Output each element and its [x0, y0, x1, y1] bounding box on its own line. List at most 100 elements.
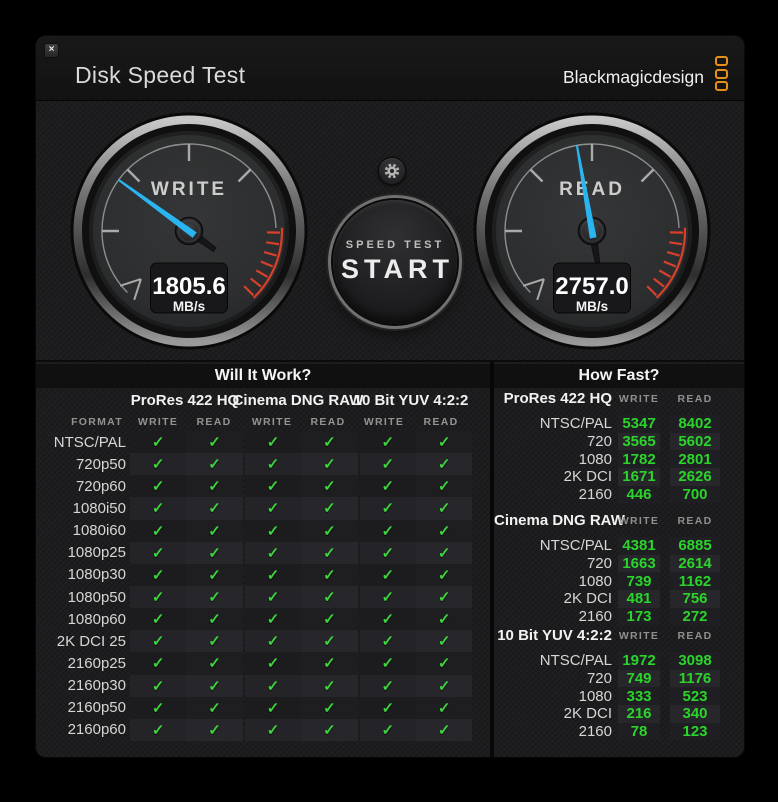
check-cell: ✓: [130, 453, 187, 476]
check-icon: ✓: [266, 544, 280, 562]
table-row: 2K DCI 216 340: [494, 705, 744, 723]
check-cell: ✓: [359, 585, 416, 609]
check-icon: ✓: [151, 456, 165, 474]
resolution-label: 2K DCI: [563, 705, 612, 723]
write-speed-value: 3565: [618, 432, 660, 451]
start-button-label: START: [341, 254, 454, 284]
check-cell: ✓: [244, 674, 302, 697]
check-cell: ✓: [359, 431, 416, 454]
write-speed-value: 1782: [618, 450, 660, 469]
resolution-label: 2K DCI: [563, 590, 612, 608]
table-row: 1080i50 ✓ ✓ ✓ ✓ ✓ ✓: [36, 497, 490, 520]
check-icon: ✓: [323, 721, 336, 739]
write-speed-gauge: WRITE 1805.6MB/s: [70, 112, 308, 350]
check-cell: ✓: [130, 563, 187, 586]
app-window: × Disk Speed Test Blackmagicdesign WRITE: [36, 36, 744, 757]
check-cell: ✓: [130, 696, 187, 719]
check-cell: ✓: [186, 519, 243, 542]
read-speed-value: 756: [670, 590, 720, 608]
check-icon: ✓: [208, 721, 221, 739]
check-icon: ✓: [381, 566, 395, 584]
read-speed-value: 123: [670, 722, 720, 741]
sub-column-header: READ: [677, 630, 713, 642]
check-icon: ✓: [208, 633, 221, 651]
check-icon: ✓: [381, 677, 395, 695]
table-row: 2160p50 ✓ ✓ ✓ ✓ ✓ ✓: [36, 696, 490, 719]
check-icon: ✓: [381, 699, 395, 717]
write-speed-value: 1671: [618, 468, 660, 486]
write-speed-value: 1972: [618, 652, 660, 670]
check-cell: ✓: [244, 563, 302, 586]
check-icon: ✓: [323, 611, 336, 629]
codec-section-header: ProRes 422 HQ: [503, 390, 612, 407]
check-icon: ✓: [266, 699, 280, 717]
sub-column-header: READ: [677, 515, 713, 527]
check-cell: ✓: [186, 718, 243, 741]
table-row: 720 3565 5602: [494, 432, 744, 451]
table-row: 720 1663 2614: [494, 554, 744, 573]
check-icon: ✓: [266, 589, 280, 607]
table-row: 1080p60 ✓ ✓ ✓ ✓ ✓ ✓: [36, 608, 490, 631]
read-speed-value: 2626: [670, 468, 720, 486]
table-row: 720p50 ✓ ✓ ✓ ✓ ✓ ✓: [36, 453, 490, 476]
check-cell: ✓: [244, 696, 302, 719]
check-cell: ✓: [301, 563, 358, 586]
check-icon: ✓: [381, 500, 395, 518]
check-icon: ✓: [323, 478, 336, 496]
check-icon: ✓: [323, 434, 336, 452]
check-icon: ✓: [208, 699, 221, 717]
resolution-label: 1080: [578, 572, 612, 590]
read-speed-value: 700: [670, 485, 720, 504]
gear-icon: [384, 163, 400, 179]
settings-button[interactable]: [379, 158, 405, 184]
write-speed-value: 4381: [618, 537, 660, 555]
format-label: 2160p50: [67, 699, 126, 717]
check-cell: ✓: [186, 696, 243, 719]
check-icon: ✓: [437, 456, 451, 474]
format-label: NTSC/PAL: [53, 433, 126, 451]
check-icon: ✓: [437, 544, 451, 562]
read-speed-value: 5602: [670, 432, 720, 451]
resolution-label: 2160: [578, 486, 612, 504]
format-column-header: FORMAT: [71, 416, 123, 428]
sub-column-header: WRITE: [363, 416, 405, 428]
resolution-label: 2K DCI: [563, 468, 612, 486]
how-fast-panel: How Fast? ProRes 422 HQ WRITE READ NTSC/PA…: [494, 362, 744, 757]
check-cell: ✓: [186, 475, 243, 498]
check-icon: ✓: [323, 633, 336, 651]
svg-text:2757.0: 2757.0: [555, 273, 628, 300]
svg-text:MB/s: MB/s: [173, 299, 205, 314]
check-icon: ✓: [266, 611, 280, 629]
how-fast-rows: NTSC/PAL 4381 6885 720 1663 2614 1080 73…: [494, 537, 744, 626]
check-icon: ✓: [151, 611, 165, 629]
check-cell: ✓: [359, 718, 416, 741]
table-row: NTSC/PAL ✓ ✓ ✓ ✓ ✓ ✓: [36, 431, 490, 454]
check-cell: ✓: [301, 630, 358, 653]
write-speed-value: 481: [618, 590, 660, 608]
read-speed-value: 272: [670, 607, 720, 626]
check-cell: ✓: [415, 696, 473, 719]
codec-group-header: Cinema DNG RAW: [232, 392, 364, 409]
close-button[interactable]: ×: [44, 43, 59, 58]
format-label: 1080i50: [72, 499, 126, 517]
check-cell: ✓: [130, 431, 187, 454]
check-cell: ✓: [359, 475, 416, 498]
check-icon: ✓: [437, 522, 451, 540]
table-row: 1080 333 523: [494, 687, 744, 706]
check-icon: ✓: [266, 434, 280, 452]
table-row: 2160p25 ✓ ✓ ✓ ✓ ✓ ✓: [36, 652, 490, 675]
check-icon: ✓: [266, 633, 280, 651]
title-bar: × Disk Speed Test Blackmagicdesign: [36, 36, 744, 101]
check-icon: ✓: [266, 456, 280, 474]
sub-column-header: WRITE: [618, 630, 660, 642]
check-icon: ✓: [381, 611, 395, 629]
format-label: 2160p60: [67, 721, 126, 739]
check-cell: ✓: [415, 453, 473, 476]
table-row: NTSC/PAL 1972 3098: [494, 652, 744, 670]
svg-text:WRITE: WRITE: [151, 179, 227, 200]
check-icon: ✓: [323, 456, 336, 474]
table-row: 720 749 1176: [494, 669, 744, 688]
speed-test-start-button[interactable]: SPEED TEST START: [333, 200, 457, 324]
check-cell: ✓: [359, 453, 416, 476]
format-label: 1080p50: [67, 588, 126, 606]
